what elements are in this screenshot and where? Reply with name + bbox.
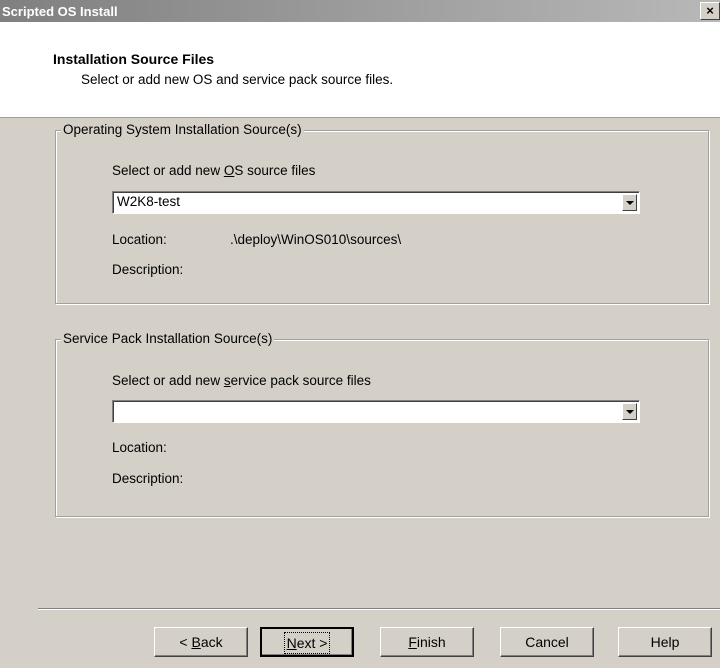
footer-divider	[38, 608, 720, 610]
next-button[interactable]: Next >	[260, 627, 354, 657]
chevron-down-icon[interactable]	[622, 403, 637, 420]
sp-description-label: Description:	[112, 471, 184, 486]
sp-select-label: Select or add new service pack source fi…	[112, 373, 371, 388]
os-source-value: W2K8-test	[117, 194, 181, 209]
page-subtitle: Select or add new OS and service pack so…	[81, 72, 394, 87]
cancel-button[interactable]: Cancel	[500, 627, 594, 657]
os-group-legend: Operating System Installation Source(s)	[61, 122, 304, 137]
os-location-label: Location:	[112, 232, 167, 247]
sp-location-label: Location:	[112, 440, 167, 455]
sp-group-legend: Service Pack Installation Source(s)	[61, 331, 275, 346]
finish-button[interactable]: Finish	[380, 627, 474, 657]
sp-source-group: Service Pack Installation Source(s) Sele…	[55, 331, 709, 517]
help-button[interactable]: Help	[618, 627, 712, 657]
os-description-label: Description:	[112, 262, 184, 277]
sp-source-dropdown[interactable]	[112, 400, 640, 423]
back-button[interactable]: < Back	[154, 627, 248, 657]
os-select-label: Select or add new OS source files	[112, 163, 316, 178]
chevron-down-icon[interactable]	[622, 194, 637, 211]
close-button[interactable]: ×	[700, 2, 720, 20]
close-icon: ×	[706, 3, 714, 18]
wizard-header: Installation Source Files Select or add …	[0, 22, 720, 118]
window-title: Scripted OS Install	[2, 4, 118, 19]
title-bar: Scripted OS Install ×	[0, 0, 720, 22]
os-location-value: .\deploy\WinOS010\sources\	[230, 232, 402, 247]
page-title: Installation Source Files	[53, 51, 215, 67]
os-source-group: Operating System Installation Source(s) …	[55, 122, 709, 304]
os-source-dropdown[interactable]: W2K8-test	[112, 191, 640, 214]
